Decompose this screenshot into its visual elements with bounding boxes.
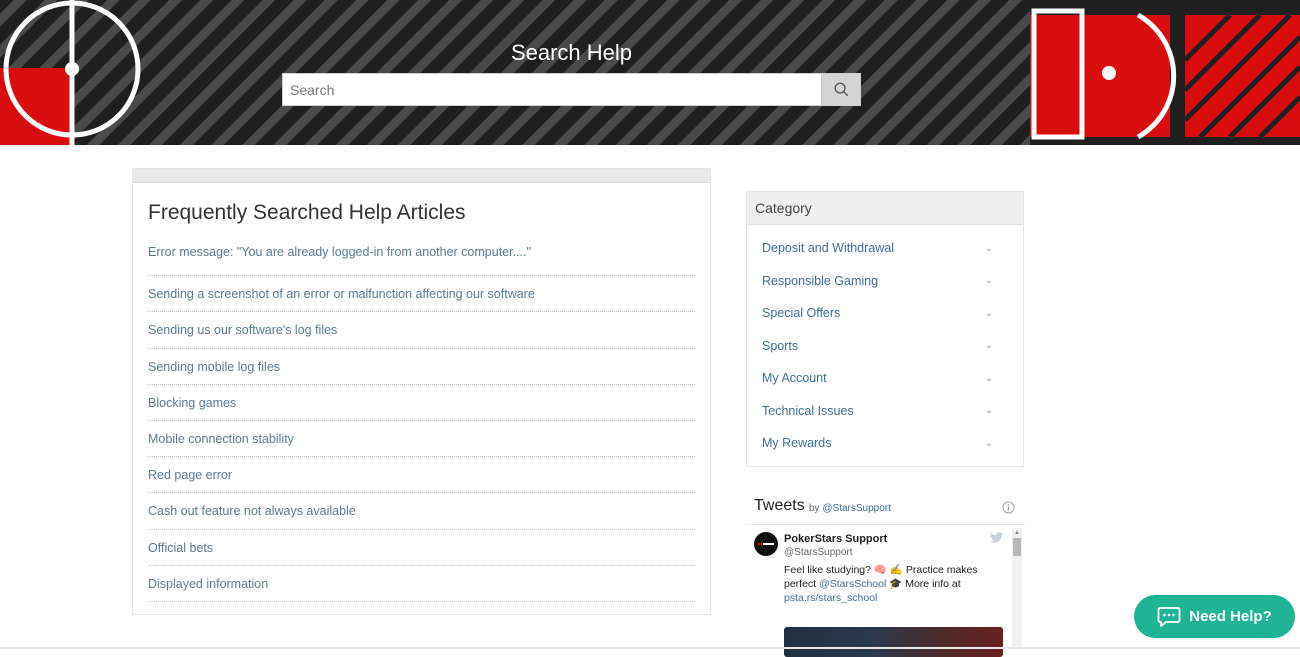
article-link[interactable]: Red page error: [148, 458, 695, 494]
category-item-deposit-withdrawal[interactable]: Deposit and Withdrawal ⌄: [747, 232, 1023, 265]
article-list: Error message: "You are already logged-i…: [148, 241, 695, 602]
hero-banner: Search Help: [0, 0, 1300, 145]
search-button[interactable]: [821, 74, 860, 105]
tweets-by-line: by @StarsSupport: [809, 503, 891, 514]
category-label: My Account: [762, 371, 827, 386]
category-label: Sports: [762, 338, 799, 353]
article-link[interactable]: Sending us our software's log files: [148, 313, 695, 349]
scroll-up-arrow-icon[interactable]: ▲: [1014, 530, 1020, 536]
info-icon[interactable]: [1002, 501, 1015, 514]
article-link[interactable]: Displayed information: [148, 567, 695, 602]
chevron-down-icon: ⌄: [984, 242, 993, 254]
soccer-field-right-decoration: [1030, 0, 1300, 145]
category-list: Deposit and Withdrawal ⌄ Responsible Gami…: [747, 232, 1023, 460]
category-item-special-offers[interactable]: Special Offers ⌄: [747, 297, 1023, 330]
article-link[interactable]: Blocking games: [148, 386, 695, 422]
help-articles-panel: Frequently Searched Help Articles Error …: [132, 168, 711, 615]
article-link[interactable]: Official bets: [148, 531, 695, 566]
article-link[interactable]: Mobile connection stability: [148, 422, 695, 458]
tweet-author-name[interactable]: PokerStars Support: [784, 533, 887, 545]
category-label: Technical Issues: [762, 403, 854, 418]
panel-top-bar: [133, 169, 710, 183]
category-item-my-rewards[interactable]: My Rewards ⌄: [747, 427, 1023, 460]
category-item-sports[interactable]: Sports ⌄: [747, 330, 1023, 363]
articles-heading: Frequently Searched Help Articles: [148, 201, 466, 224]
tweet-text-part2: 🎓 More info at: [889, 578, 961, 590]
tweets-header: Tweets by @StarsSupport: [746, 490, 1025, 525]
tweet-media-image[interactable]: [784, 627, 1003, 657]
soccer-field-left-decoration: [0, 0, 141, 145]
tweets-by-label: by: [809, 503, 820, 514]
avatar[interactable]: [754, 532, 778, 556]
twitter-bird-icon[interactable]: [990, 532, 1003, 543]
chevron-down-icon: ⌄: [984, 405, 993, 417]
chevron-down-icon: ⌄: [984, 307, 993, 319]
chevron-down-icon: ⌄: [984, 275, 993, 287]
tweets-title: Tweets: [754, 497, 805, 514]
need-help-label: Need Help?: [1189, 608, 1272, 625]
tweets-scrollbar[interactable]: ▲: [1012, 528, 1022, 649]
category-panel: Category Deposit and Withdrawal ⌄ Respons…: [746, 191, 1024, 467]
category-label: My Rewards: [762, 436, 832, 451]
article-link[interactable]: Cash out feature not always available: [148, 494, 695, 530]
tweet-text: Feel like studying? 🧠 ✍ Practice makes p…: [784, 563, 999, 605]
category-item-responsible-gaming[interactable]: Responsible Gaming ⌄: [747, 265, 1023, 298]
article-link[interactable]: Sending a screenshot of an error or malf…: [148, 277, 695, 313]
article-link[interactable]: Error message: "You are already logged-i…: [148, 241, 695, 277]
search-bar: [282, 73, 861, 106]
chevron-down-icon: ⌄: [984, 340, 993, 352]
tweets-by-handle-link[interactable]: @StarsSupport: [822, 503, 891, 514]
tweet-mention-link[interactable]: @StarsSchool: [819, 578, 886, 590]
category-label: Special Offers: [762, 306, 841, 321]
category-heading: Category: [747, 192, 1023, 225]
page-title: Search Help: [510, 40, 633, 65]
pokerstars-logo-icon: [758, 543, 774, 545]
category-label: Deposit and Withdrawal: [762, 241, 895, 256]
scroll-thumb[interactable]: [1013, 538, 1021, 556]
chevron-down-icon: ⌄: [984, 437, 993, 449]
tweets-widget: Tweets by @StarsSupport PokerStars Suppo…: [746, 490, 1025, 657]
search-input[interactable]: [283, 74, 821, 105]
category-item-my-account[interactable]: My Account ⌄: [747, 362, 1023, 395]
category-label: Responsible Gaming: [762, 273, 879, 288]
article-link[interactable]: Sending mobile log files: [148, 350, 695, 385]
category-item-technical-issues[interactable]: Technical Issues ⌄: [747, 395, 1023, 428]
tweet-url-link[interactable]: psta.rs/stars_school: [784, 592, 877, 604]
tweet-author-handle[interactable]: @StarsSupport: [784, 547, 853, 558]
chevron-down-icon: ⌄: [984, 372, 993, 384]
need-help-button[interactable]: Need Help?: [1134, 595, 1295, 638]
search-icon: [834, 82, 848, 97]
chat-icon: [1157, 606, 1181, 627]
